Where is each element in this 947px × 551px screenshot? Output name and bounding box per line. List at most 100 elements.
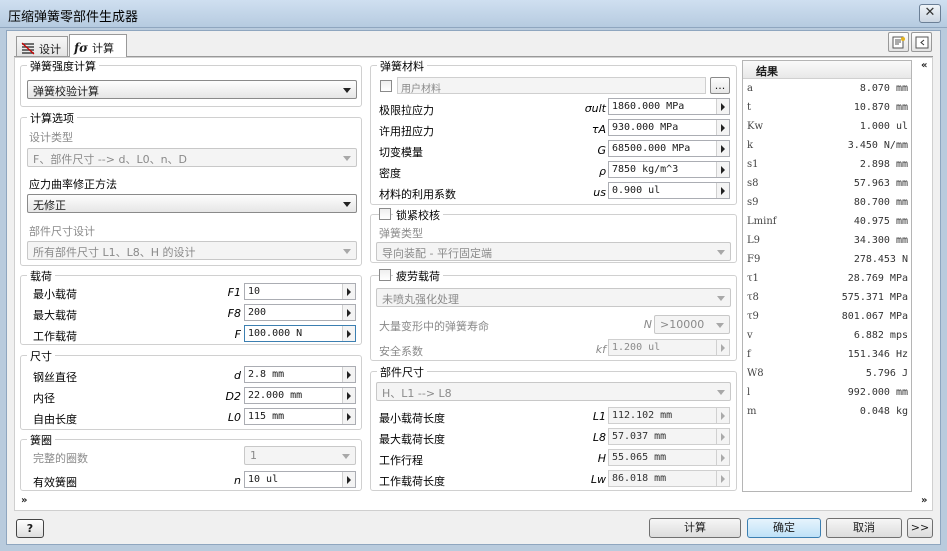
chevron-right-icon[interactable] <box>342 326 355 341</box>
active-coils-input[interactable]: 10 ul <box>244 471 356 488</box>
min-load-input[interactable]: 10 <box>244 283 356 300</box>
chevron-down-icon <box>342 454 350 459</box>
chevron-right-icon[interactable] <box>716 471 729 486</box>
user-material-checkbox[interactable] <box>380 80 392 92</box>
allowable-torsion-input[interactable]: 930.000 MPa <box>608 119 730 136</box>
chevron-right-icon[interactable] <box>342 367 355 382</box>
work-load-length-symbol: Lw <box>590 473 606 486</box>
result-row: L9 34.300 mm <box>743 232 911 251</box>
tab-calculate-label: 计算 <box>92 41 115 55</box>
calculate-button[interactable]: 计算 <box>649 518 741 538</box>
ultimate-stress-input[interactable]: 1860.000 MPa <box>608 98 730 115</box>
loads-legend: 载荷 <box>27 268 55 284</box>
size-design-label: 部件尺寸设计 <box>29 225 95 238</box>
size-design-select[interactable]: 所有部件尺寸 L1、L8、H 的设计 <box>27 241 357 260</box>
browse-material-button[interactable]: ... <box>710 77 730 94</box>
expand-down-icon[interactable]: » <box>21 495 27 506</box>
full-coils-select[interactable]: 1 <box>244 446 356 465</box>
chevron-right-icon[interactable] <box>716 450 729 465</box>
close-button[interactable]: ✕ <box>919 4 941 23</box>
utilization-value: 0.900 ul <box>612 185 661 196</box>
result-key: s1 <box>747 159 759 170</box>
expand-right-bottom-icon[interactable]: » <box>921 495 927 506</box>
chevron-right-icon[interactable] <box>342 388 355 403</box>
chevron-right-icon[interactable] <box>716 141 729 156</box>
stress-correction-select[interactable]: 无修正 <box>27 194 357 213</box>
max-load-length-value: 57.037 mm <box>612 431 667 442</box>
buckle-legend: 锁紧校核 <box>393 207 443 223</box>
work-load-input[interactable]: 100.000 N <box>244 325 356 342</box>
spring-icon <box>21 42 35 55</box>
shear-modulus-symbol: G <box>597 144 606 157</box>
ok-button[interactable]: 确定 <box>747 518 821 538</box>
spring-life-label: 大量变形中的弹簧寿命 <box>379 320 489 333</box>
safety-factor-input[interactable]: 1.200 ul <box>608 339 730 356</box>
material-legend: 弹簧材料 <box>377 58 427 74</box>
full-coils-value: 1 <box>250 449 257 462</box>
result-row: v 6.882 mps <box>743 327 911 346</box>
result-row: Kw 1.000 ul <box>743 118 911 137</box>
cancel-button[interactable]: 取消 <box>826 518 902 538</box>
active-coils-label: 有效簧圈 <box>33 476 77 489</box>
density-input[interactable]: 7850 kg/m^3 <box>608 161 730 178</box>
safety-factor-symbol: kf <box>595 343 606 356</box>
result-value: 575.371 MPa <box>841 292 908 303</box>
chevron-down-icon <box>343 88 351 93</box>
spring-type-select[interactable]: 导向装配 - 平行固定端 <box>376 242 731 261</box>
chevron-down-icon <box>716 323 724 328</box>
shot-peen-select[interactable]: 未喷丸强化处理 <box>376 288 731 307</box>
design-type-select[interactable]: F、部件尺寸 --> d、L0、n、D <box>27 148 357 167</box>
user-material-field[interactable]: 用户材料 <box>397 77 706 94</box>
chevron-right-icon[interactable] <box>342 284 355 299</box>
work-load-label: 工作载荷 <box>33 330 77 343</box>
utilization-input[interactable]: 0.900 ul <box>608 182 730 199</box>
result-value: 2.898 mm <box>859 159 908 170</box>
report-button[interactable] <box>888 32 909 52</box>
chevron-right-icon[interactable] <box>716 183 729 198</box>
work-stroke-input[interactable]: 55.065 mm <box>608 449 730 466</box>
inner-diameter-input[interactable]: 22.000 mm <box>244 387 356 404</box>
max-load-label: 最大载荷 <box>33 309 77 322</box>
max-load-length-label: 最大载荷长度 <box>379 433 445 446</box>
work-load-length-input[interactable]: 86.018 mm <box>608 470 730 487</box>
compsize-mode-select[interactable]: H、L1 --> L8 <box>376 382 731 401</box>
result-key: τ1 <box>747 273 759 284</box>
max-load-symbol: F8 <box>227 307 241 320</box>
result-value: 5.796 J <box>865 368 908 379</box>
spring-life-select[interactable]: >10000 <box>654 315 730 334</box>
active-coils-symbol: n <box>234 474 241 487</box>
window-title: 压缩弹簧零部件生成器 <box>8 10 139 25</box>
tab-design-label: 设计 <box>39 42 61 56</box>
wire-diameter-input[interactable]: 2.8 mm <box>244 366 356 383</box>
chevron-right-icon[interactable] <box>342 305 355 320</box>
title-bar <box>0 0 947 28</box>
min-load-length-input[interactable]: 112.102 mm <box>608 407 730 424</box>
expand-right-icon[interactable]: « <box>921 60 927 71</box>
chevron-right-icon[interactable] <box>716 162 729 177</box>
result-row: s1 2.898 mm <box>743 156 911 175</box>
tab-design[interactable]: 设计 <box>16 36 68 57</box>
chevron-right-icon[interactable] <box>342 409 355 424</box>
buckle-checkbox[interactable] <box>379 208 391 220</box>
strength-mode-select[interactable]: 弹簧校验计算 <box>27 80 357 99</box>
tab-calculate[interactable]: fσ 计算 <box>69 34 127 57</box>
result-row: a 8.070 mm <box>743 80 911 99</box>
work-stroke-label: 工作行程 <box>379 454 423 467</box>
chevron-right-icon[interactable] <box>716 408 729 423</box>
shear-modulus-input[interactable]: 68500.000 MPa <box>608 140 730 157</box>
max-load-length-input[interactable]: 57.037 mm <box>608 428 730 445</box>
help-button[interactable]: ? <box>16 519 44 538</box>
chevron-right-icon[interactable] <box>716 99 729 114</box>
more-button[interactable]: >> <box>907 518 933 538</box>
chevron-right-icon[interactable] <box>342 472 355 487</box>
collapse-pane-button[interactable] <box>911 32 932 52</box>
chevron-right-icon[interactable] <box>716 429 729 444</box>
fatigue-checkbox[interactable] <box>379 269 391 281</box>
free-length-input[interactable]: 115 mm <box>244 408 356 425</box>
chevron-right-icon[interactable] <box>716 340 729 355</box>
result-key: τ8 <box>747 292 759 303</box>
fatigue-legend: 疲劳载荷 <box>393 268 443 284</box>
max-load-input[interactable]: 200 <box>244 304 356 321</box>
chevron-right-icon[interactable] <box>716 120 729 135</box>
result-row: s9 80.700 mm <box>743 194 911 213</box>
